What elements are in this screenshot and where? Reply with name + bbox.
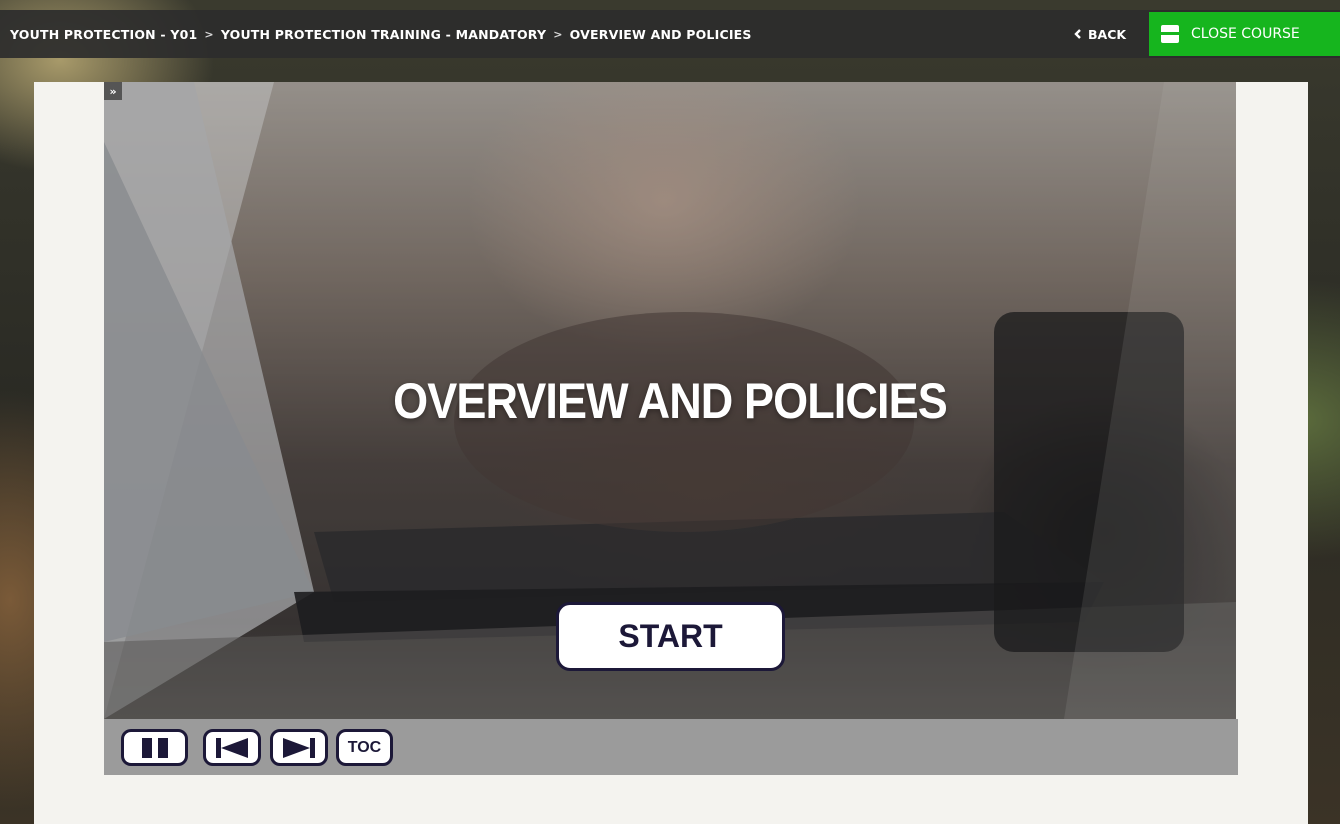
back-button[interactable]: BACK: [1074, 10, 1126, 58]
pause-button[interactable]: [121, 729, 188, 766]
breadcrumb-item-lesson[interactable]: OVERVIEW AND POLICIES: [570, 27, 752, 42]
breadcrumb-item-module[interactable]: YOUTH PROTECTION TRAINING - MANDATORY: [221, 27, 546, 42]
chevron-left-icon: [1074, 29, 1081, 39]
close-course-label: CLOSE COURSE: [1191, 26, 1300, 42]
next-slide-button[interactable]: [270, 729, 328, 766]
pause-icon: [141, 737, 168, 758]
close-course-icon: [1161, 25, 1179, 43]
top-navigation-bar: YOUTH PROTECTION - Y01 > YOUTH PROTECTIO…: [0, 10, 1340, 58]
breadcrumb-separator: >: [553, 27, 563, 41]
start-button[interactable]: START: [556, 602, 785, 671]
breadcrumb-item-course[interactable]: YOUTH PROTECTION - Y01: [10, 27, 197, 42]
breadcrumb-separator: >: [204, 27, 214, 41]
previous-slide-button[interactable]: [203, 729, 261, 766]
close-course-button[interactable]: CLOSE COURSE: [1149, 12, 1340, 56]
sidebar-toggle-button[interactable]: »: [104, 82, 122, 100]
player-control-bar: TOC: [104, 719, 1238, 775]
skip-back-icon: [216, 737, 248, 758]
breadcrumb: YOUTH PROTECTION - Y01 > YOUTH PROTECTIO…: [0, 27, 752, 42]
back-label: BACK: [1088, 26, 1127, 42]
table-of-contents-button[interactable]: TOC: [336, 729, 393, 766]
slide-title: OVERVIEW AND POLICIES: [393, 373, 948, 429]
skip-forward-icon: [283, 737, 315, 758]
